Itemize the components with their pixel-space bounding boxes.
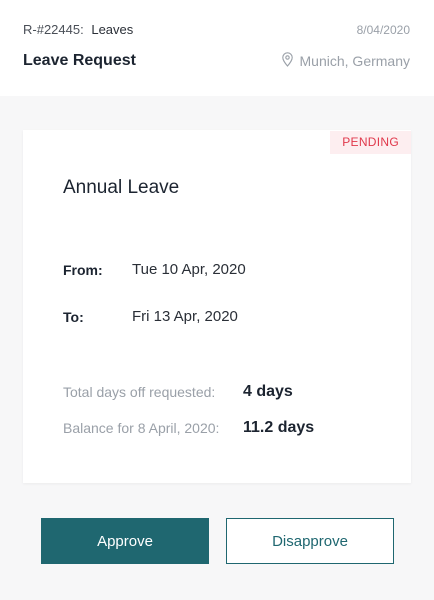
- leave-type: Annual Leave: [63, 177, 180, 198]
- from-label: From:: [63, 262, 103, 278]
- request-header: R-#22445: Leaves 8/04/2020 Leave Request…: [0, 0, 434, 96]
- request-date: 8/04/2020: [356, 23, 410, 37]
- to-label: To:: [63, 309, 84, 325]
- approve-button[interactable]: Approve: [41, 518, 209, 564]
- page-title: Leave Request: [23, 52, 136, 69]
- location-pin-icon: [281, 52, 300, 70]
- request-location: Munich, Germany: [281, 52, 410, 70]
- from-date: Tue 10 Apr, 2020: [132, 261, 246, 278]
- location-label: Munich, Germany: [299, 53, 410, 69]
- request-id-number: R-#22445:: [23, 22, 84, 37]
- total-days-label: Total days off requested:: [63, 384, 216, 400]
- balance-label: Balance for 8 April, 2020:: [63, 420, 220, 436]
- request-type: Leaves: [91, 22, 134, 37]
- balance-value: 11.2 days: [243, 419, 315, 436]
- disapprove-button[interactable]: Disapprove: [226, 518, 394, 564]
- to-date: Fri 13 Apr, 2020: [132, 308, 238, 325]
- request-id: R-#22445: Leaves: [23, 22, 133, 37]
- status-badge: PENDING: [330, 131, 411, 154]
- leave-request-card: PENDING Annual Leave From: Tue 10 Apr, 2…: [23, 130, 411, 483]
- total-days-value: 4 days: [243, 383, 293, 400]
